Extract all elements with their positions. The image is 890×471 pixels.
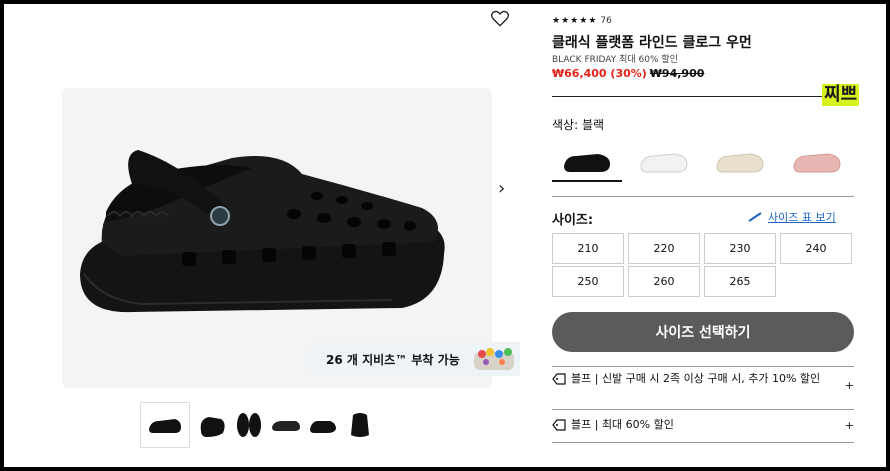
product-info-panel: ★ ★ ★ ★ ★ 76 클래식 플랫폼 라인드 클로그 우먼 BLACK FR… (552, 4, 882, 467)
tag-icon (552, 419, 566, 431)
size-guide-label: 사이즈 표 보기 (768, 211, 836, 224)
star-icon: ★ (579, 16, 588, 26)
color-swatch-black[interactable] (552, 144, 622, 182)
accordion-content: 블프 | 신발 구매 시 2족 이상 구매 시, 추가 10% 할인 (552, 371, 829, 387)
swatch-shoe-bone (716, 153, 764, 173)
expand-plus-icon[interactable]: + (845, 419, 854, 432)
divider (552, 442, 854, 443)
thumbnail-6[interactable] (342, 406, 377, 444)
promo-accordion-2[interactable]: 블프 | 최대 60% 할인 + (552, 417, 854, 433)
size-guide-link[interactable]: 사이즈 표 보기 (748, 209, 836, 225)
gallery-next-arrow[interactable]: › (498, 178, 505, 199)
thumbnail-1[interactable] (140, 402, 190, 448)
promo-accordion-1[interactable]: 블프 | 신발 구매 시 2족 이상 구매 시, 추가 10% 할인 + (552, 371, 854, 392)
star-icon: ★ (561, 16, 570, 26)
thumbnail-shoe-sole (271, 421, 300, 431)
price-block: ₩66,400 (30%) ₩94,900 (552, 67, 704, 80)
size-grid: 210 220 230 240 250 260 265 (552, 233, 856, 297)
swatch-shoe-white (640, 153, 688, 173)
promo-text: BLACK FRIDAY 최대 60% 할인 (552, 55, 678, 65)
size-option[interactable]: 260 (628, 266, 700, 297)
size-option[interactable]: 250 (552, 266, 624, 297)
thumbnail-3[interactable] (231, 406, 266, 444)
jibbitz-label: 26 개 지비츠™ 부착 가능 (326, 352, 460, 367)
color-swatch-pink[interactable] (782, 144, 852, 182)
wishlist-heart-icon[interactable] (490, 9, 510, 29)
thumbnail-strip (140, 402, 377, 448)
product-gallery: › 26 개 지비츠™ 부착 가능 (4, 4, 521, 467)
sale-price: ₩66,400 (30%) (552, 67, 647, 80)
accordion-text: 블프 | 최대 60% 할인 (571, 418, 674, 431)
size-label: 사이즈: (552, 213, 594, 228)
original-price: ₩94,900 (649, 67, 705, 80)
accordion-content: 블프 | 최대 60% 할인 (552, 417, 674, 433)
thumbnail-shoe-side (149, 419, 181, 433)
size-option[interactable]: 265 (704, 266, 776, 297)
ruler-icon (748, 212, 762, 222)
size-option[interactable]: 220 (628, 233, 700, 264)
swatch-shoe-pink (793, 153, 841, 173)
thumbnail-4[interactable] (268, 406, 303, 444)
size-option[interactable]: 240 (780, 233, 852, 264)
divider (552, 96, 852, 97)
color-swatches (552, 144, 852, 182)
tag-icon (552, 373, 566, 385)
star-icon: ★ (552, 16, 561, 26)
thumbnail-shoe-top (236, 413, 261, 437)
rating-count: 76 (600, 16, 612, 26)
color-swatch-bone[interactable] (706, 144, 776, 182)
expand-plus-icon[interactable]: + (845, 379, 854, 392)
divider (552, 409, 854, 410)
thumbnail-shoe-front (350, 413, 369, 437)
size-option[interactable]: 210 (552, 233, 624, 264)
size-option[interactable]: 230 (704, 233, 776, 264)
jibbitz-compatible-banner[interactable]: 26 개 지비츠™ 부착 가능 (302, 342, 520, 376)
jibbitz-charms-icon (474, 348, 514, 370)
color-label: 색상: 블랙 (552, 118, 605, 132)
page: › 26 개 지비츠™ 부착 가능 ★ ★ ★ ★ ★ 76 클래식 플랫폼 라… (4, 4, 886, 467)
thumbnail-shoe-angle (200, 417, 225, 437)
thumbnail-2[interactable] (194, 406, 229, 444)
star-icon: ★ (588, 16, 597, 26)
divider (552, 196, 854, 197)
accordion-text: 블프 | 신발 구매 시 2족 이상 구매 시, 추가 10% 할인 (571, 372, 821, 385)
color-swatch-white[interactable] (629, 144, 699, 182)
thumbnail-shoe-back (309, 421, 336, 433)
star-icon: ★ (570, 16, 579, 26)
thumbnail-5[interactable] (305, 406, 340, 444)
rating[interactable]: ★ ★ ★ ★ ★ 76 (552, 16, 612, 26)
product-main-image (80, 150, 445, 313)
swatch-shoe-black (563, 154, 610, 172)
product-title: 클래식 플랫폼 라인드 클로그 우먼 (552, 35, 752, 51)
select-size-button[interactable]: 사이즈 선택하기 (552, 312, 854, 352)
overlay-badge: 찌쁘 (822, 84, 860, 106)
divider (552, 366, 854, 367)
